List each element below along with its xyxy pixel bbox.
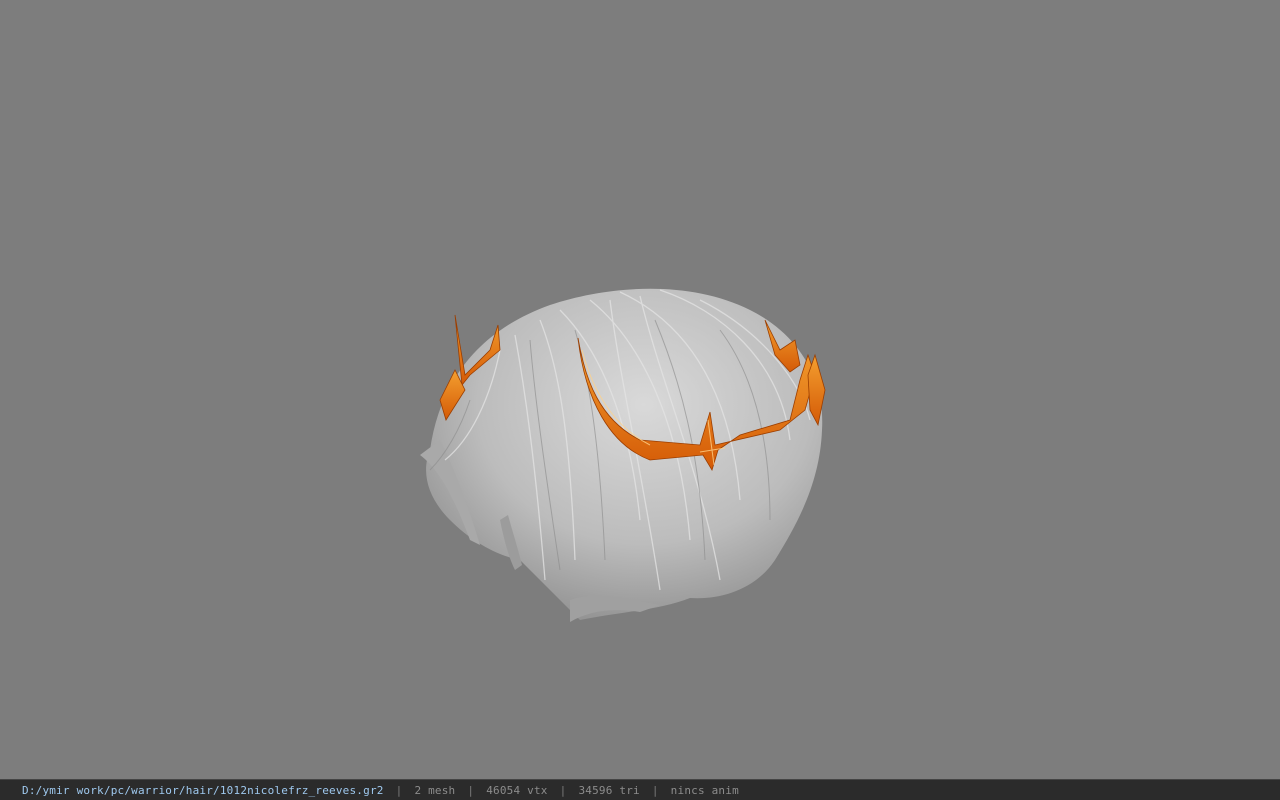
separator: | bbox=[467, 783, 475, 797]
separator: | bbox=[395, 783, 403, 797]
triangle-count-label: 34596 tri bbox=[578, 783, 640, 797]
animation-status-label: nincs anim bbox=[670, 783, 739, 797]
separator: | bbox=[559, 783, 567, 797]
separator: | bbox=[651, 783, 659, 797]
status-bar: D:/ymir work/pc/warrior/hair/1012nicolef… bbox=[0, 779, 1280, 800]
file-path-label: D:/ymir work/pc/warrior/hair/1012nicolef… bbox=[22, 783, 384, 797]
hair-mass bbox=[420, 288, 823, 622]
vertex-count-label: 46054 vtx bbox=[486, 783, 548, 797]
mesh-count-label: 2 mesh bbox=[414, 783, 456, 797]
3d-viewport[interactable] bbox=[0, 0, 1280, 779]
hair-model-render[interactable] bbox=[0, 0, 1280, 779]
